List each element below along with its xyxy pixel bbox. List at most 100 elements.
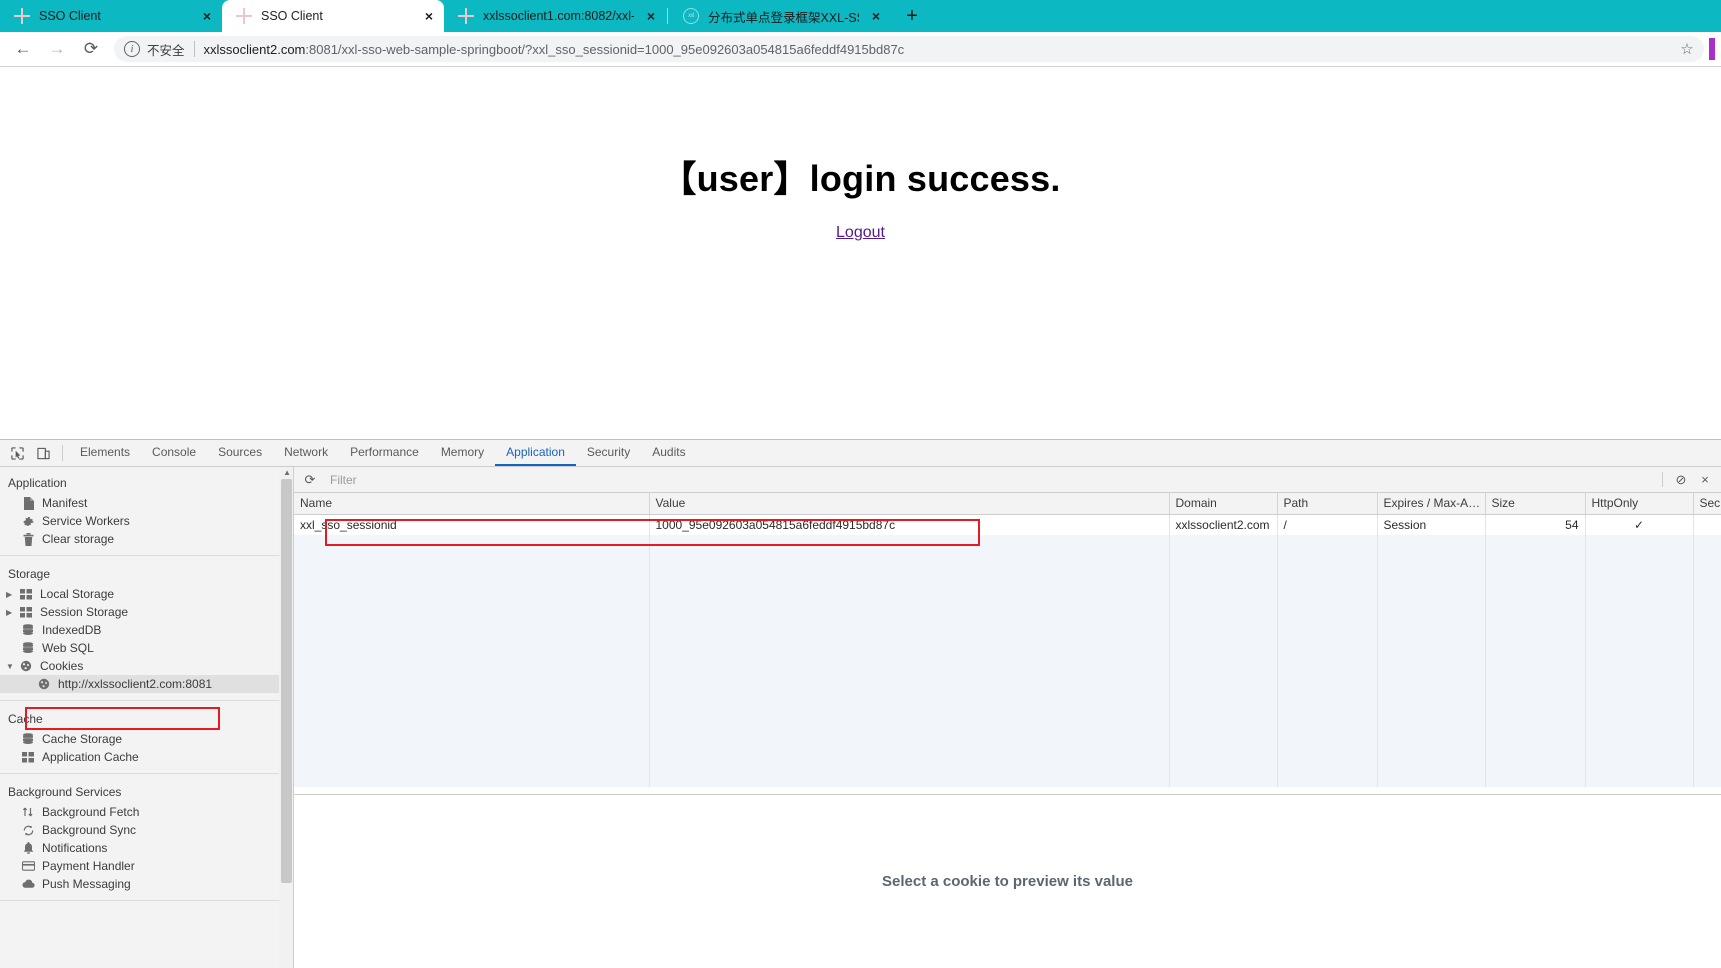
sidebar-section-application: Application xyxy=(8,476,67,490)
sidebar-item-clear-storage[interactable]: Clear storage xyxy=(0,530,293,548)
tab-title: SSO Client xyxy=(39,9,101,23)
chevron-right-icon[interactable]: ▶ xyxy=(6,590,18,599)
sidebar-item-web-sql[interactable]: Web SQL xyxy=(0,639,293,657)
sidebar-divider xyxy=(0,555,293,556)
browser-tab-2-active[interactable]: SSO Client × xyxy=(222,0,444,32)
sidebar-item-background-sync[interactable]: Background Sync xyxy=(0,821,293,839)
database-icon xyxy=(20,642,36,654)
delete-cookie-icon[interactable]: × xyxy=(1693,469,1717,491)
tab-close-button[interactable]: × xyxy=(418,5,440,27)
sidebar-item-session-storage[interactable]: ▶ Session Storage xyxy=(0,603,293,621)
chevron-down-icon[interactable]: ▼ xyxy=(6,662,18,671)
sidebar-scroll-thumb[interactable] xyxy=(281,479,292,883)
url-text: xxlssoclient2.com:8081/xxl-sso-web-sampl… xyxy=(204,42,1674,57)
column-header-name[interactable]: Name xyxy=(294,493,650,515)
forward-button[interactable]: → xyxy=(40,34,74,64)
tab-close-button[interactable]: × xyxy=(640,5,662,27)
devtools-tab-console[interactable]: Console xyxy=(141,440,207,466)
sidebar-item-cookie-origin[interactable]: http://xxlssoclient2.com:8081 xyxy=(0,675,293,693)
sidebar-item-label: Session Storage xyxy=(40,605,129,619)
refresh-icon[interactable]: ⟳ xyxy=(298,469,322,491)
devtools-tab-performance[interactable]: Performance xyxy=(339,440,430,466)
sidebar-item-local-storage[interactable]: ▶ Local Storage xyxy=(0,585,293,603)
cell-domain: xxlssoclient2.com xyxy=(1169,514,1278,535)
sidebar-item-push-messaging[interactable]: Push Messaging xyxy=(0,875,293,893)
site-info-icon[interactable]: i xyxy=(124,41,140,57)
scroll-up-arrow-icon[interactable]: ▲ xyxy=(283,468,291,477)
page-viewport: 【user】login success. Logout xyxy=(0,67,1721,439)
sidebar-item-label: Background Sync xyxy=(42,823,137,837)
globe-icon xyxy=(14,8,30,24)
devtools-tab-application[interactable]: Application xyxy=(495,440,576,466)
sidebar-item-label: IndexedDB xyxy=(42,623,102,637)
devtools-tab-memory[interactable]: Memory xyxy=(430,440,495,466)
device-toolbar-icon[interactable] xyxy=(30,440,56,466)
chevron-right-icon[interactable]: ▶ xyxy=(6,608,18,617)
sidebar-item-cache-storage[interactable]: Cache Storage xyxy=(0,730,293,748)
tab-close-button[interactable]: × xyxy=(196,5,218,27)
address-bar[interactable]: i 不安全 xxlssoclient2.com:8081/xxl-sso-web… xyxy=(114,36,1704,62)
inspect-element-icon[interactable] xyxy=(4,440,30,466)
tab-separator xyxy=(667,8,668,24)
tab-close-button[interactable]: × xyxy=(865,5,887,27)
new-tab-button[interactable]: + xyxy=(897,2,927,30)
sidebar-divider xyxy=(0,773,293,774)
sidebar-item-indexeddb[interactable]: IndexedDB xyxy=(0,621,293,639)
sidebar-item-label: Notifications xyxy=(42,841,108,855)
sidebar-divider xyxy=(0,700,293,701)
table-filler-row xyxy=(294,535,1721,556)
column-header-secure[interactable]: Sec xyxy=(1693,493,1721,515)
sidebar-item-manifest[interactable]: Manifest xyxy=(0,494,293,512)
sidebar-item-cookies[interactable]: ▼ Cookies xyxy=(0,657,293,675)
cookie-icon xyxy=(18,660,34,672)
table-filler-row xyxy=(294,766,1721,787)
sidebar-section-background-services: Background Services xyxy=(8,785,122,799)
back-button[interactable]: ← xyxy=(6,34,40,64)
sidebar-item-payment-handler[interactable]: Payment Handler xyxy=(0,857,293,875)
devtools-tab-sources[interactable]: Sources xyxy=(207,440,273,466)
browser-toolbar: ← → ⟳ i 不安全 xxlssoclient2.com:8081/xxl-s… xyxy=(0,32,1721,67)
filter-input[interactable] xyxy=(322,469,1656,490)
browser-tab-4[interactable]: xxl 分布式单点登录框架XXL-SSO × xyxy=(669,0,891,32)
column-header-domain[interactable]: Domain xyxy=(1169,493,1278,515)
cell-name: xxl_sso_sessionid xyxy=(294,514,650,535)
credit-card-icon xyxy=(20,861,36,871)
column-header-size[interactable]: Size xyxy=(1485,493,1586,515)
sidebar-item-application-cache[interactable]: Application Cache xyxy=(0,748,293,766)
cookie-grid-wrapper: Name Value Domain Path Expires / Max-A… … xyxy=(294,493,1721,795)
bookmark-star-icon[interactable]: ☆ xyxy=(1674,36,1700,62)
column-header-httponly[interactable]: HttpOnly xyxy=(1585,493,1694,515)
document-icon xyxy=(20,496,36,510)
extension-indicator xyxy=(1709,38,1715,60)
sidebar-item-service-workers[interactable]: Service Workers xyxy=(0,512,293,530)
devtools-tab-audits[interactable]: Audits xyxy=(641,440,696,466)
sidebar-divider xyxy=(0,900,293,901)
table-row[interactable]: xxl_sso_sessionid 1000_95e092603a054815a… xyxy=(294,514,1721,535)
sidebar-item-background-fetch[interactable]: Background Fetch xyxy=(0,803,293,821)
devtools-tab-network[interactable]: Network xyxy=(273,440,339,466)
preview-placeholder-text: Select a cookie to preview its value xyxy=(882,873,1133,890)
toolbar-divider xyxy=(1662,472,1663,487)
devtools-tab-elements[interactable]: Elements xyxy=(69,440,141,466)
devtools-tab-security[interactable]: Security xyxy=(576,440,641,466)
sidebar-item-label: Cache Storage xyxy=(42,732,123,746)
table-filler-row xyxy=(294,682,1721,703)
browser-tab-1[interactable]: SSO Client × xyxy=(0,0,222,32)
xxl-icon: xxl xyxy=(683,8,699,24)
column-header-value[interactable]: Value xyxy=(649,493,1170,515)
column-header-expires[interactable]: Expires / Max-A… xyxy=(1377,493,1486,515)
reload-button[interactable]: ⟳ xyxy=(74,34,108,64)
sidebar-section-storage: Storage xyxy=(8,567,51,581)
cell-size: 54 xyxy=(1485,514,1586,535)
tab-title: xxlssoclient1.com:8082/xxl-ss xyxy=(483,9,634,23)
sidebar-item-label: Service Workers xyxy=(42,514,130,528)
sidebar-item-notifications[interactable]: Notifications xyxy=(0,839,293,857)
tab-title: 分布式单点登录框架XXL-SSO xyxy=(708,10,859,25)
devtools-toolbar-divider xyxy=(62,445,63,461)
sidebar-scrollbar[interactable]: ▲ xyxy=(279,467,293,968)
column-header-path[interactable]: Path xyxy=(1277,493,1378,515)
logout-link[interactable]: Logout xyxy=(836,224,885,242)
arrows-updown-icon xyxy=(20,806,36,818)
browser-tab-3[interactable]: xxlssoclient1.com:8082/xxl-ss × xyxy=(444,0,666,32)
clear-all-cookies-icon[interactable]: ⊘ xyxy=(1669,469,1693,491)
